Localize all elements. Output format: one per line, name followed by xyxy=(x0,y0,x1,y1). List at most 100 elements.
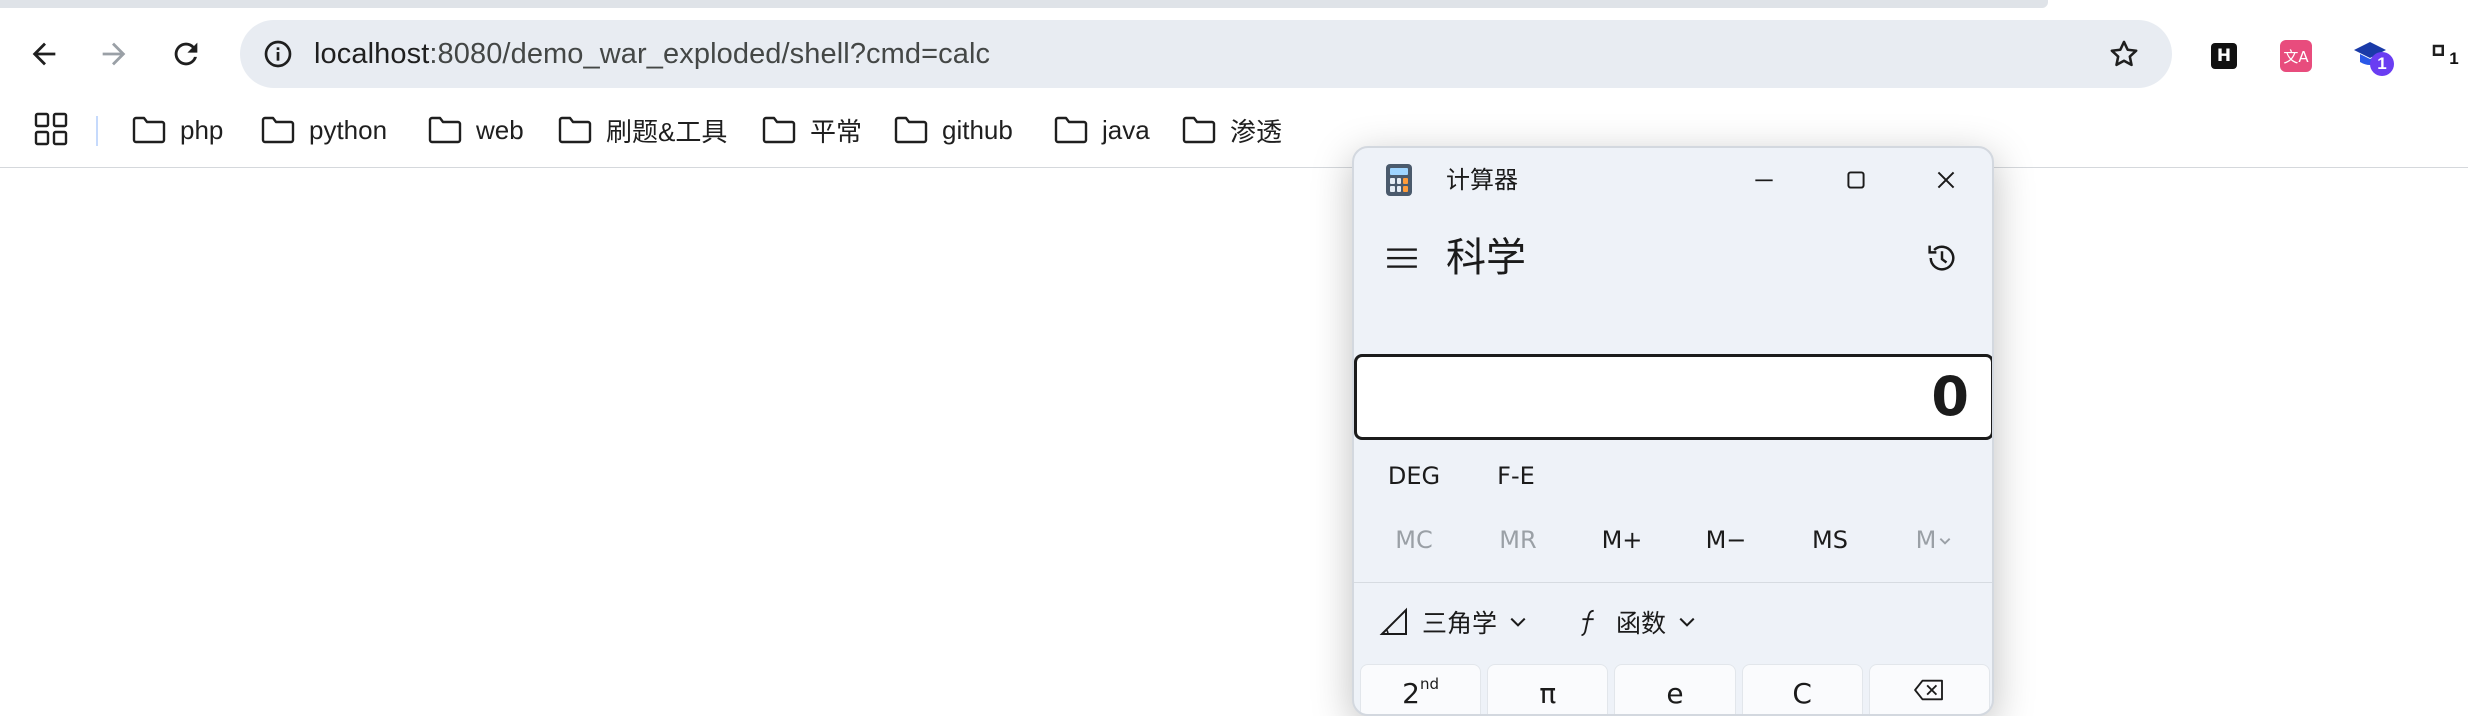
bookmark-label: github xyxy=(942,114,1013,145)
arrow-right-icon xyxy=(102,42,126,66)
bookmarks-bar: php python web 刷题&工具 平常 github java 渗透 xyxy=(0,100,2468,168)
notation-button[interactable]: F-E xyxy=(1478,448,1554,504)
site-info-button[interactable] xyxy=(254,30,302,78)
extension-badge-2: 1 xyxy=(2444,48,2464,70)
back-button[interactable] xyxy=(20,30,68,78)
chevron-down-icon xyxy=(1940,538,1951,545)
angle-unit-button[interactable]: DEG xyxy=(1376,448,1452,504)
triangle-ruler-icon xyxy=(1379,607,1407,635)
star-icon xyxy=(2110,40,2138,67)
calculator-mode-title: 科学 xyxy=(1446,235,1526,281)
bookmark-label: 渗透 xyxy=(1230,116,1283,147)
function-dropdown[interactable]: 函数 xyxy=(1574,594,1696,650)
clear-key[interactable]: C xyxy=(1741,664,1863,714)
info-icon xyxy=(264,40,292,68)
folder-icon xyxy=(1182,116,1216,144)
calculator-app-icon xyxy=(1386,164,1412,196)
translate-icon: 文A xyxy=(2280,40,2312,72)
bookmark-folder-daily[interactable]: 平常 xyxy=(756,108,868,152)
extension-badge: 1 xyxy=(2370,52,2394,76)
calculator-keypad: 2nd π e C xyxy=(1360,664,1990,714)
extension-h[interactable]: H xyxy=(2204,36,2244,76)
backspace-key[interactable] xyxy=(1868,664,1990,714)
bookmark-folder-github[interactable]: github xyxy=(888,108,1019,152)
folder-icon xyxy=(558,116,592,144)
bookmark-folder-python[interactable]: python xyxy=(255,108,393,152)
chevron-down-icon xyxy=(1679,617,1695,627)
bookmark-label: python xyxy=(309,114,388,145)
bookmark-folder-pentest[interactable]: 渗透 xyxy=(1176,108,1288,152)
window-title: 计算器 xyxy=(1446,166,1518,194)
memory-list-label: M xyxy=(1915,526,1937,554)
backspace-icon xyxy=(1914,679,1944,701)
memory-recall-button[interactable]: MR xyxy=(1468,512,1568,568)
function-dropdown-row: 三角学 函数 xyxy=(1354,594,1992,658)
reload-button[interactable] xyxy=(162,30,210,78)
bookmark-label: 刷题&工具 xyxy=(606,116,728,147)
bookmark-folder-php[interactable]: php xyxy=(126,108,229,152)
memory-add-button[interactable]: M+ xyxy=(1572,512,1672,568)
browser-window: localhost:8080/demo_war_exploded/shell?c… xyxy=(0,0,2468,716)
h-extension-icon: H xyxy=(2211,43,2237,69)
history-button[interactable] xyxy=(1920,236,1964,280)
browser-toolbar: localhost:8080/demo_war_exploded/shell?c… xyxy=(0,8,2468,100)
divider xyxy=(1354,582,1992,583)
close-button[interactable] xyxy=(1922,158,1970,202)
close-icon xyxy=(1937,171,1955,189)
folder-icon xyxy=(762,116,796,144)
pi-key[interactable]: π xyxy=(1487,664,1609,714)
calculator-window: 计算器 科学 0 DEG F-E MC MR M+ M− MS M 三角学 函数… xyxy=(1352,146,1994,716)
extension-graduation[interactable]: 1 xyxy=(2350,36,2394,76)
active-tab-edge[interactable] xyxy=(0,0,2048,8)
second-function-key[interactable]: 2nd xyxy=(1360,664,1482,714)
memory-subtract-button[interactable]: M− xyxy=(1676,512,1776,568)
folder-icon xyxy=(428,116,462,144)
trigonometry-label: 三角学 xyxy=(1422,609,1498,638)
folder-icon xyxy=(1054,116,1088,144)
bookmark-label: php xyxy=(180,114,224,145)
euler-key[interactable]: e xyxy=(1614,664,1736,714)
address-bar[interactable]: localhost:8080/demo_war_exploded/shell?c… xyxy=(240,20,2172,88)
memory-clear-button[interactable]: MC xyxy=(1364,512,1464,568)
tab-strip xyxy=(0,0,2468,8)
graduation-cap-icon: 1 xyxy=(2350,36,2394,76)
bookmark-folder-web[interactable]: web xyxy=(422,108,530,152)
chevron-down-icon xyxy=(1510,617,1526,627)
navigation-menu-button[interactable] xyxy=(1382,238,1422,278)
bookmark-star-button[interactable] xyxy=(2100,30,2148,78)
function-f-icon xyxy=(1581,609,1594,637)
apps-button[interactable] xyxy=(34,112,68,146)
second-key-label: 2 xyxy=(1402,677,1420,710)
hamburger-icon xyxy=(1387,248,1417,268)
arrow-left-icon xyxy=(32,42,56,66)
url-host: localhost xyxy=(314,38,430,70)
trigonometry-dropdown[interactable]: 三角学 xyxy=(1378,594,1527,650)
bookmarks-separator xyxy=(96,116,98,146)
maximize-button[interactable] xyxy=(1832,158,1880,202)
memory-row: MC MR M+ M− MS M xyxy=(1354,512,1992,576)
bookmark-folder-java[interactable]: java xyxy=(1048,108,1156,152)
extension-more[interactable]: 1 xyxy=(2424,36,2464,76)
bookmark-label: 平常 xyxy=(810,116,863,147)
bookmark-folder-tools[interactable]: 刷题&工具 xyxy=(552,108,733,152)
minimize-button[interactable] xyxy=(1740,158,1788,202)
display-value: 0 xyxy=(1931,365,1969,428)
folder-icon xyxy=(261,116,295,144)
reload-icon xyxy=(174,42,198,66)
calculator-display[interactable]: 0 xyxy=(1354,354,1992,440)
history-icon xyxy=(1928,245,1955,271)
memory-store-button[interactable]: MS xyxy=(1780,512,1880,568)
folder-icon xyxy=(132,116,166,144)
memory-list-button[interactable]: M xyxy=(1884,512,1984,568)
extension-translate[interactable]: 文A xyxy=(2276,36,2316,76)
apps-grid-icon xyxy=(34,112,68,146)
bookmark-label: web xyxy=(476,114,524,145)
maximize-icon xyxy=(1847,171,1865,189)
calculator-titlebar[interactable]: 计算器 xyxy=(1354,148,1992,212)
forward-button[interactable] xyxy=(90,30,138,78)
url-text[interactable]: localhost:8080/demo_war_exploded/shell?c… xyxy=(314,20,990,88)
minimize-icon xyxy=(1755,179,1773,182)
function-label: 函数 xyxy=(1616,609,1667,638)
url-path: :8080/demo_war_exploded/shell?cmd=calc xyxy=(429,38,991,70)
folder-icon xyxy=(894,116,928,144)
